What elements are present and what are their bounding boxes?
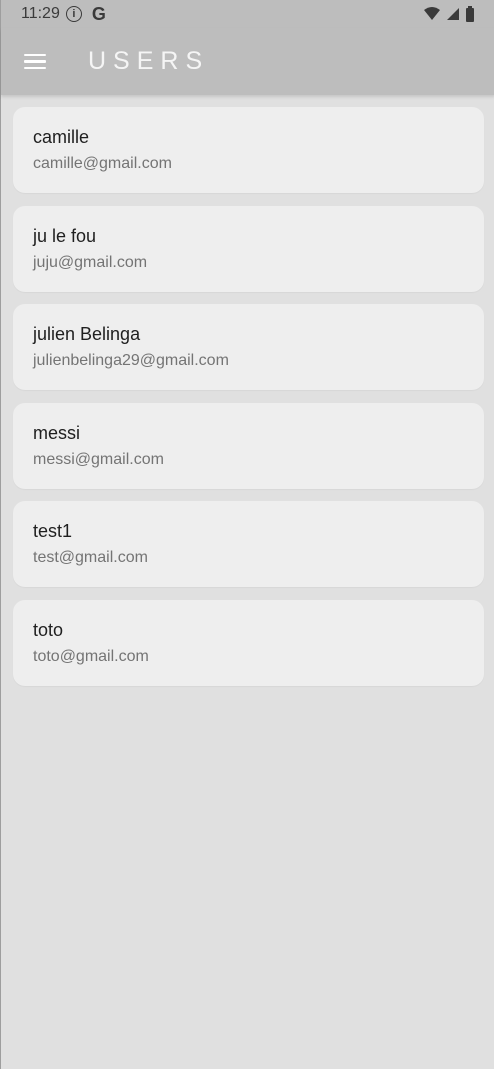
user-name: messi [33, 422, 81, 443]
user-name: test1 [33, 521, 73, 542]
user-name: ju le fou [33, 225, 97, 246]
status-left: 11:29 i G [21, 4, 106, 25]
status-bar: 11:29 i G [1, 0, 494, 28]
app-screen: 11:29 i G USERS camille camille@gmail.co… [0, 0, 494, 1069]
user-email: juju@gmail.com [33, 253, 148, 271]
user-card-camille[interactable]: camille camille@gmail.com [13, 107, 484, 193]
signal-icon [447, 8, 459, 20]
user-name: toto [33, 619, 64, 640]
wifi-icon [424, 7, 440, 20]
status-right [423, 6, 475, 22]
app-bar: USERS [1, 28, 494, 95]
menu-icon [24, 53, 46, 70]
user-card-julien-belinga[interactable]: julien Belinga julienbelinga29@gmail.com [13, 304, 484, 391]
user-name: camille [33, 127, 90, 147]
battery-icon [466, 6, 474, 22]
user-card-messi[interactable]: messi messi@gmail.com [13, 402, 484, 489]
user-email: julienbelinga29@gmail.com [33, 352, 229, 370]
google-icon: G [91, 3, 106, 24]
user-card-toto[interactable]: toto toto@gmail.com [13, 599, 484, 686]
user-card-test1[interactable]: test1 test@gmail.com [13, 501, 484, 588]
page-title: USERS [88, 47, 210, 75]
user-email: test@gmail.com [33, 549, 148, 567]
user-email: messi@gmail.com [33, 450, 164, 468]
user-email: camille@gmail.com [33, 155, 172, 172]
user-card-ju-le-fou[interactable]: ju le fou juju@gmail.com [13, 205, 484, 292]
user-email: toto@gmail.com [33, 647, 149, 665]
status-time: 11:29 [21, 5, 60, 22]
user-name: julien Belinga [33, 324, 141, 345]
menu-button[interactable] [1, 28, 65, 95]
user-list: camille camille@gmail.com ju le fou juju… [13, 107, 484, 699]
info-icon: i [65, 6, 82, 22]
